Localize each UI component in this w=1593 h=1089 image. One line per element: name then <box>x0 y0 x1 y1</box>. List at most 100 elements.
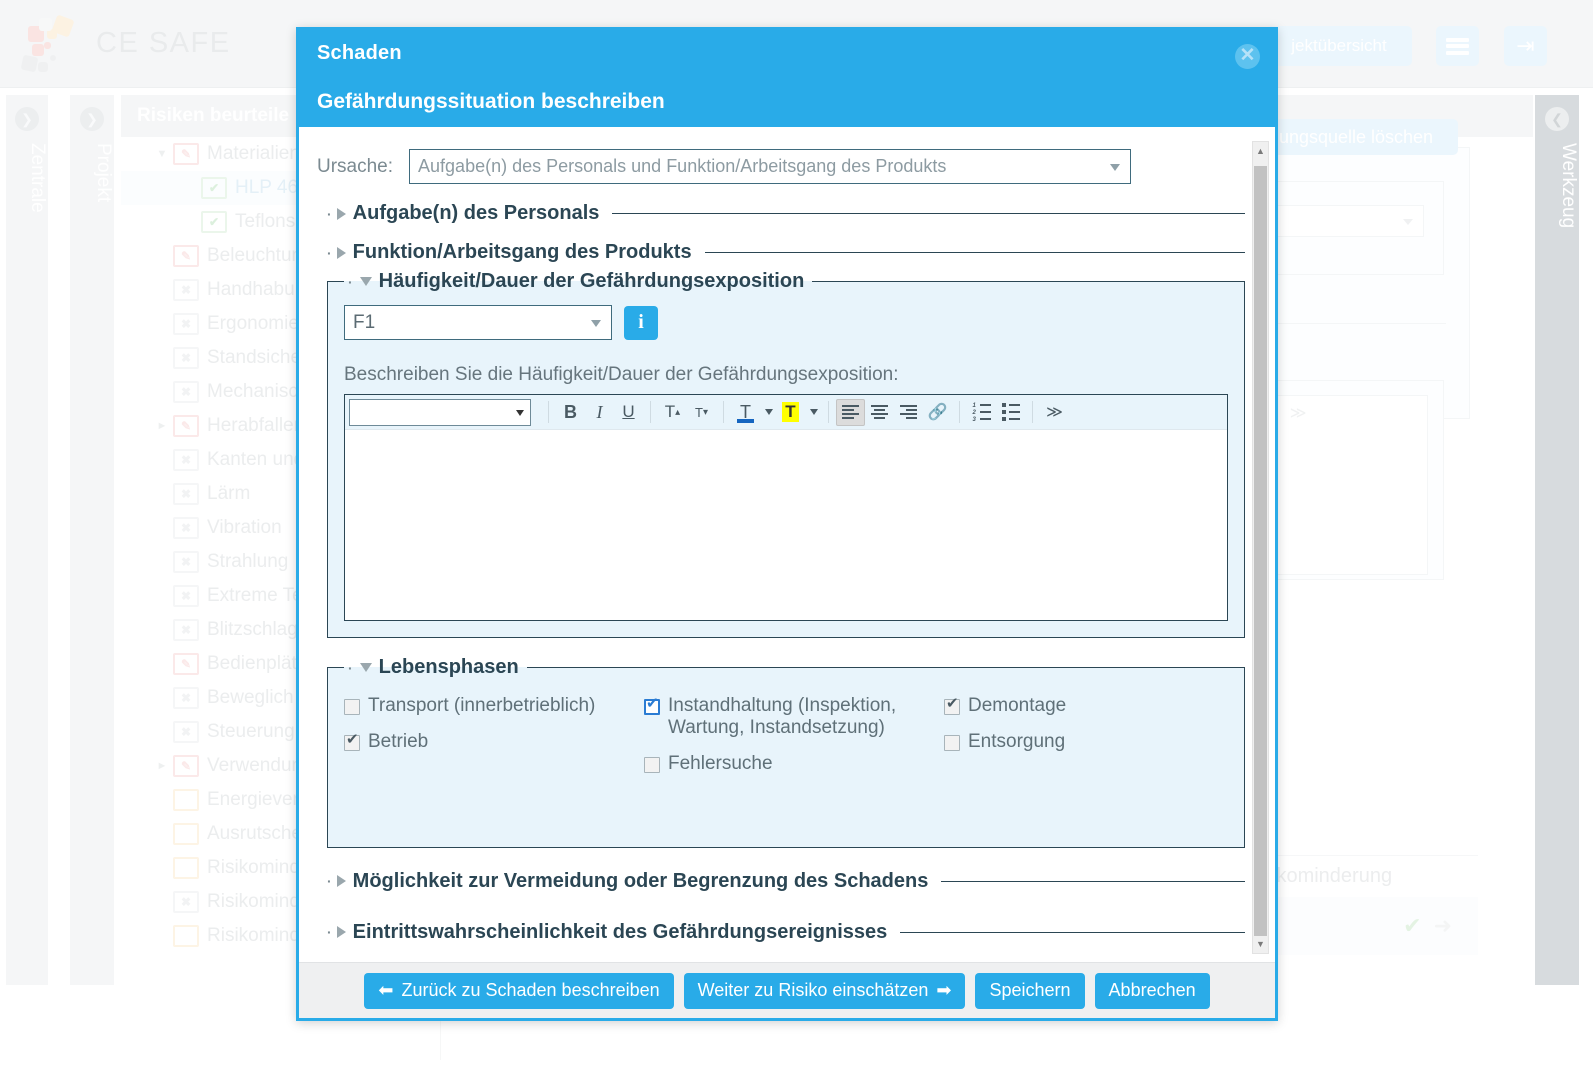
dialog-scrollbar[interactable]: ▲ ▼ <box>1252 141 1269 954</box>
logo-text: CE SAFE <box>96 26 231 59</box>
tree-item-label: Risikomind <box>207 925 300 946</box>
projektuebersicht-button[interactable]: jektübersicht <box>1266 26 1412 66</box>
subscript-icon[interactable]: T ▾ <box>687 399 716 426</box>
tree-item-label: Handhabu <box>207 279 295 300</box>
font-color-icon[interactable]: T <box>731 399 760 426</box>
sidebar-tab-werkzeug[interactable]: ❮ Werkzeug <box>1535 95 1579 985</box>
link-icon[interactable]: 🔗 <box>923 399 952 426</box>
section-eintrittswahrscheinlichkeit[interactable]: · Eintrittswahrscheinlichkeit des Gefähr… <box>327 921 1245 944</box>
tree-item-label: Strahlung <box>207 551 289 572</box>
tree-item-label: Kanten und <box>207 449 305 470</box>
superscript-icon[interactable]: T ▴ <box>658 399 687 426</box>
align-center-icon[interactable] <box>865 399 894 426</box>
underline-icon[interactable]: U <box>614 399 643 426</box>
folder-icon <box>173 789 199 811</box>
lebensphase-item[interactable]: Fehlersuche <box>644 753 944 775</box>
lebensphasen-legend-label: Lebensphasen <box>378 656 519 678</box>
toolbar-separator <box>959 401 960 423</box>
ordered-list-icon[interactable]: 123 <box>967 399 996 426</box>
unordered-list-icon[interactable] <box>996 399 1025 426</box>
chevron-down-icon <box>1110 164 1121 171</box>
back-button-label: Zurück zu Schaden beschreiben <box>401 980 660 1000</box>
section-rule <box>612 213 1245 214</box>
source-code-icon[interactable]: ≫ <box>1040 399 1069 426</box>
sidebar-tab-zentrale[interactable]: ❯ Zentrale <box>6 95 48 985</box>
ursache-label: Ursache: <box>317 155 394 177</box>
frequency-legend[interactable]: · Häufigkeit/Dauer der Gefährdungsexposi… <box>344 270 812 293</box>
section-funktion-arbeitsgang[interactable]: · Funktion/Arbeitsgang des Produkts <box>327 241 1245 264</box>
checkbox[interactable] <box>944 734 960 751</box>
align-right-icon[interactable] <box>894 399 923 426</box>
italic-icon[interactable]: I <box>585 399 614 426</box>
lebensphase-item[interactable]: Betrieb <box>344 731 644 753</box>
file-check-icon: ✔ <box>201 177 227 199</box>
scroll-up-icon[interactable]: ▲ <box>1253 143 1268 159</box>
sidebar-tab-zentrale-label: Zentrale <box>27 143 48 213</box>
toolbar-separator <box>723 401 724 423</box>
lebensphase-item[interactable]: Instandhaltung (Inspektion, Wartung, Ins… <box>644 695 944 739</box>
tree-item-label: Beweglich <box>207 687 294 708</box>
lebensphasen-legend[interactable]: · Lebensphasen <box>344 656 527 679</box>
chevron-right-icon[interactable]: ► <box>151 420 173 432</box>
save-button[interactable]: Speichern <box>975 972 1085 1009</box>
checkbox[interactable] <box>944 696 960 715</box>
checkbox[interactable] <box>644 696 660 715</box>
tree-item-label: Ausrutsche <box>207 823 303 844</box>
hamburger-icon <box>1446 35 1469 57</box>
collapse-dash: · <box>327 205 332 222</box>
lebensphasen-fieldset: · Lebensphasen Transport (innerbetriebli… <box>327 656 1245 848</box>
lebensphase-item[interactable]: Entsorgung <box>944 731 1204 753</box>
collapse-dash: · <box>348 273 353 290</box>
scrollbar-thumb[interactable] <box>1254 166 1267 936</box>
checkbox[interactable] <box>644 756 660 773</box>
bold-icon[interactable]: B <box>556 399 585 426</box>
editor-content-area[interactable] <box>345 430 1227 620</box>
arrow-right-icon: ➜ <box>1433 913 1452 938</box>
folder-x-icon: ✖ <box>173 279 199 301</box>
section-label: Eintrittswahrscheinlichkeit des Gefährdu… <box>352 920 888 943</box>
ce-safe-logo-icon <box>14 12 86 74</box>
lebensphasen-column-2: Instandhaltung (Inspektion, Wartung, Ins… <box>644 695 944 789</box>
folder-edit-icon: ✎ <box>173 415 199 437</box>
back-button[interactable]: ⬅ Zurück zu Schaden beschreiben <box>364 972 674 1009</box>
frequency-value: F1 <box>353 311 376 333</box>
folder-x-icon: ✖ <box>173 483 199 505</box>
chevron-down-icon[interactable]: ▼ <box>151 148 173 160</box>
tree-item-label: Verwendun <box>207 755 303 776</box>
next-button[interactable]: Weiter zu Risiko einschätzen ➡ <box>683 972 966 1009</box>
section-moeglichkeit-vermeidung[interactable]: · Möglichkeit zur Vermeidung oder Begren… <box>327 870 1245 893</box>
highlight-dropdown-icon[interactable] <box>805 399 821 426</box>
sidebar-tab-projekt[interactable]: ❯ Projekt <box>70 95 114 985</box>
editor-format-select[interactable] <box>349 398 531 426</box>
folder-x-icon: ✖ <box>173 517 199 539</box>
projektuebersicht-label: jektübersicht <box>1291 36 1387 55</box>
app-logo: CE SAFE <box>14 12 231 74</box>
frequency-select[interactable]: F1 <box>344 305 612 340</box>
checkbox[interactable] <box>344 732 360 751</box>
logout-icon: ⇥ <box>1516 33 1535 58</box>
folder-x-icon: ✖ <box>173 619 199 641</box>
chevron-right-icon <box>336 875 346 888</box>
menu-button[interactable] <box>1436 26 1479 66</box>
info-button[interactable]: i <box>624 305 658 340</box>
folder-x-icon: ✖ <box>173 449 199 471</box>
ursache-select[interactable]: Aufgabe(n) des Personals und Funktion/Ar… <box>409 149 1132 184</box>
cancel-button[interactable]: Abbrechen <box>1094 972 1210 1009</box>
chevron-right-icon[interactable]: ► <box>151 760 173 772</box>
lebensphasen-column-3: Demontage Entsorgung <box>944 695 1204 789</box>
align-left-icon[interactable] <box>836 398 865 426</box>
toolbar-separator <box>548 401 549 423</box>
checkbox[interactable] <box>344 699 360 715</box>
highlight-icon[interactable]: T <box>776 399 805 426</box>
sidebar-tab-projekt-label: Projekt <box>93 143 114 203</box>
lebensphase-item[interactable]: Transport (innerbetrieblich) <box>344 695 644 717</box>
font-color-dropdown-icon[interactable] <box>760 399 776 426</box>
folder-edit-icon: ✎ <box>173 143 199 165</box>
scroll-down-icon[interactable]: ▼ <box>1253 936 1268 952</box>
dialog-subtitle: Gefährdungssituation beschreiben <box>317 90 665 113</box>
close-icon[interactable]: ✕ <box>1235 44 1260 69</box>
logout-button[interactable]: ⇥ <box>1504 26 1547 66</box>
lebensphase-label: Fehlersuche <box>668 752 773 774</box>
section-aufgaben-des-personals[interactable]: · Aufgabe(n) des Personals <box>327 202 1245 225</box>
lebensphase-item[interactable]: Demontage <box>944 695 1204 717</box>
